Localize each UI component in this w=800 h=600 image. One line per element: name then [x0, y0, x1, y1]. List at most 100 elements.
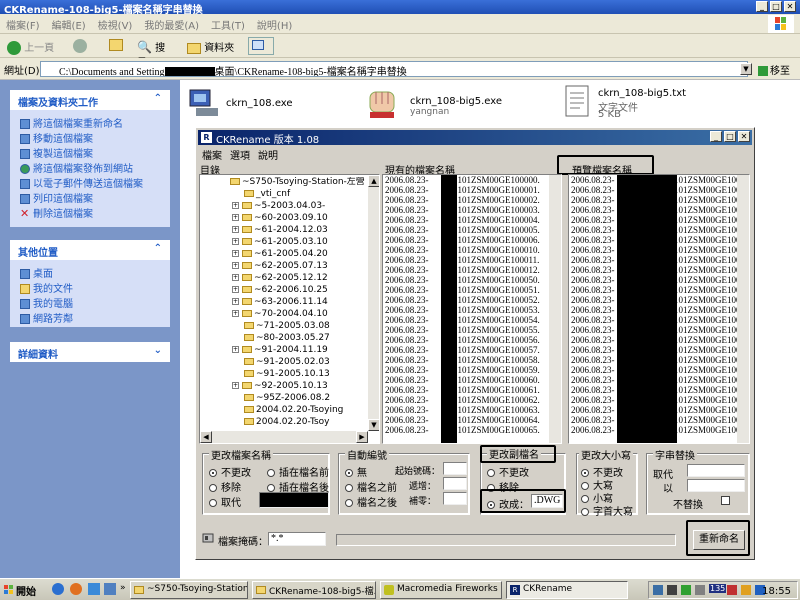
- expand-icon[interactable]: +: [232, 286, 239, 293]
- tree-node[interactable]: + ~62-2006.10.25: [232, 285, 372, 296]
- task-delete[interactable]: ✕ 刪除這個檔案: [10, 204, 170, 219]
- tray-number[interactable]: 135: [709, 584, 727, 593]
- back-button[interactable]: 上一頁: [4, 37, 64, 55]
- preview-list-scrollbar[interactable]: [737, 175, 749, 443]
- padding-input[interactable]: [443, 492, 467, 505]
- menu-edit[interactable]: 編輯(E): [46, 14, 92, 35]
- tree-node[interactable]: + ~60-2003.09.10: [232, 213, 372, 224]
- current-file-row[interactable]: 2006.08.23- g-E101ZSM00GE100006.: [383, 235, 561, 245]
- search-button[interactable]: 🔍 搜尋: [134, 37, 178, 69]
- current-files-list[interactable]: 2006.08.23- g-E101ZSM00GE100000. 2006.08.2…: [382, 174, 562, 444]
- current-file-row[interactable]: 2006.08.23- g-E101ZSM00GE100065.: [383, 425, 561, 435]
- current-file-row[interactable]: 2006.08.23- g-E101ZSM00GE100002.: [383, 195, 561, 205]
- tree-node[interactable]: ~80-2003.05.27: [244, 333, 379, 344]
- task-email[interactable]: 以電子郵件傳送這個檔案: [10, 174, 170, 189]
- file-item[interactable]: ckrn_108-big5.txt 文字文件 5 KB: [560, 84, 710, 124]
- current-file-row[interactable]: 2006.08.23- g-E101ZSM00GE100063.: [383, 405, 561, 415]
- tray-speaker-icon[interactable]: [667, 585, 677, 595]
- task-ckrename[interactable]: R CKRename: [506, 581, 628, 599]
- expand-icon[interactable]: +: [232, 346, 239, 353]
- current-file-row[interactable]: 2006.08.23- g-E101ZSM00GE100060.: [383, 375, 561, 385]
- collapse-icon[interactable]: ⌃: [154, 243, 162, 254]
- quicklaunch-more-icon[interactable]: »: [120, 583, 126, 593]
- task-rename[interactable]: 將這個檔案重新命名: [10, 114, 170, 129]
- tree-horizontal-scrollbar[interactable]: ◀ ▶: [200, 431, 368, 443]
- rename-replace-radio[interactable]: 取代: [209, 494, 241, 509]
- current-list-scrollbar[interactable]: [549, 175, 561, 443]
- minimize-button[interactable]: _: [756, 1, 768, 12]
- expand-icon[interactable]: +: [232, 274, 239, 281]
- task-print[interactable]: 列印這個檔案: [10, 189, 170, 204]
- place-desktop[interactable]: 桌面: [10, 264, 170, 279]
- tree-node[interactable]: + ~62-2005.07.13: [232, 261, 372, 272]
- tray-app-icon[interactable]: [727, 585, 737, 595]
- current-file-row[interactable]: 2006.08.23- g-E101ZSM00GE100056.: [383, 335, 561, 345]
- scroll-left-icon[interactable]: ◀: [200, 431, 212, 443]
- expand-icon[interactable]: +: [232, 382, 239, 389]
- current-file-row[interactable]: 2006.08.23- g-E101ZSM00GE100000.: [383, 175, 561, 185]
- ck-menu-help[interactable]: 說明: [254, 146, 282, 163]
- tree-node[interactable]: + ~92-2005.10.13: [232, 381, 372, 392]
- current-file-row[interactable]: 2006.08.23- g-E101ZSM00GE100061.: [383, 385, 561, 395]
- desktop-quicklaunch-icon[interactable]: [88, 583, 100, 595]
- task-fireworks[interactable]: Macromedia Fireworks M...: [380, 581, 502, 599]
- menu-file[interactable]: 檔案(F): [0, 14, 46, 35]
- ie-quicklaunch-icon[interactable]: [52, 583, 64, 595]
- expand-icon[interactable]: +: [232, 262, 239, 269]
- current-file-row[interactable]: 2006.08.23- g-E101ZSM00GE100011.: [383, 255, 561, 265]
- menu-help[interactable]: 說明(H): [251, 14, 298, 35]
- current-file-row[interactable]: 2006.08.23- g-E101ZSM00GE100001.: [383, 185, 561, 195]
- preview-files-list[interactable]: 2006.08.23- E101ZSM00GE100000, 2006.08.23-…: [568, 174, 750, 444]
- directory-tree[interactable]: ~S750-Tsoying-Station-左營 _vti_cnf + ~5-2003…: [199, 174, 380, 444]
- app-quicklaunch-icon[interactable]: [104, 583, 116, 595]
- tray-network-icon[interactable]: [653, 585, 663, 595]
- current-file-row[interactable]: 2006.08.23- g-E101ZSM00GE100010.: [383, 245, 561, 255]
- tray-monitor-icon[interactable]: [695, 585, 705, 595]
- scroll-right-icon[interactable]: ▶: [356, 431, 368, 443]
- ck-menu-options[interactable]: 選項: [226, 146, 254, 163]
- current-file-row[interactable]: 2006.08.23- g-E101ZSM00GE100003.: [383, 205, 561, 215]
- tree-node[interactable]: + ~91-2004.11.19: [232, 345, 372, 356]
- expand-icon[interactable]: +: [232, 250, 239, 257]
- task-copy[interactable]: 複製這個檔案: [10, 144, 170, 159]
- rename-no-change-radio[interactable]: 不更改: [209, 464, 251, 479]
- number-before-radio[interactable]: 檔名之前: [345, 479, 397, 494]
- expand-icon[interactable]: ⌄: [154, 345, 162, 356]
- file-item[interactable]: ckrn_108.exe: [186, 84, 336, 124]
- place-documents[interactable]: 我的文件: [10, 279, 170, 294]
- ck-close-button[interactable]: ✕: [738, 131, 750, 142]
- current-file-row[interactable]: 2006.08.23- g-E101ZSM00GE100052.: [383, 295, 561, 305]
- menu-view[interactable]: 檢視(V): [92, 14, 139, 35]
- go-button[interactable]: 移至: [758, 62, 790, 77]
- menu-tools[interactable]: 工具(T): [205, 14, 251, 35]
- media-quicklaunch-icon[interactable]: [70, 583, 82, 595]
- no-replace-checkbox[interactable]: [721, 496, 730, 505]
- views-button[interactable]: [248, 37, 274, 55]
- file-item[interactable]: ckrn_108-big5.exe yangnan: [366, 84, 516, 124]
- ck-menu-file[interactable]: 檔案: [198, 146, 226, 163]
- details-header[interactable]: 詳細資料 ⌄: [10, 342, 170, 362]
- tree-node[interactable]: ~91-2005.10.13: [244, 369, 379, 380]
- address-input[interactable]: C:\Documents and Setting 桌面\CKRename-108-…: [40, 61, 748, 77]
- clock[interactable]: 18:55: [762, 586, 791, 597]
- ext-no-change-radio[interactable]: 不更改: [487, 464, 529, 479]
- current-file-row[interactable]: 2006.08.23- g-E101ZSM00GE100004.: [383, 215, 561, 225]
- step-input[interactable]: [443, 477, 467, 490]
- task-explorer-folder[interactable]: ~S750-Tsoying-Station-...: [130, 581, 248, 599]
- tree-node[interactable]: + ~61-2004.12.03: [232, 225, 372, 236]
- tree-node[interactable]: ~S750-Tsoying-Station-左營: [230, 177, 370, 188]
- tree-node[interactable]: ~91-2005.02.03: [244, 357, 379, 368]
- start-number-input[interactable]: [443, 462, 467, 475]
- rename-remove-radio[interactable]: 移除: [209, 479, 241, 494]
- tree-node[interactable]: + ~5-2003.04.03-: [232, 201, 372, 212]
- tree-node[interactable]: + ~61-2005.03.10: [232, 237, 372, 248]
- tree-vertical-scrollbar[interactable]: ▲ ▼: [368, 175, 379, 431]
- tree-node[interactable]: + ~61-2005.04.20: [232, 249, 372, 260]
- file-tasks-header[interactable]: 檔案及資料夾工作 ⌃: [10, 90, 170, 110]
- current-file-row[interactable]: 2006.08.23- g-E101ZSM00GE100053.: [383, 305, 561, 315]
- current-file-row[interactable]: 2006.08.23- g-E101ZSM00GE100059.: [383, 365, 561, 375]
- collapse-icon[interactable]: ⌃: [154, 93, 162, 104]
- tree-node[interactable]: ~95Z-2006.08.2: [244, 393, 379, 404]
- tree-node[interactable]: + ~70-2004.04.10: [232, 309, 372, 320]
- tree-node[interactable]: 2004.02.20-Tsoying: [244, 405, 379, 416]
